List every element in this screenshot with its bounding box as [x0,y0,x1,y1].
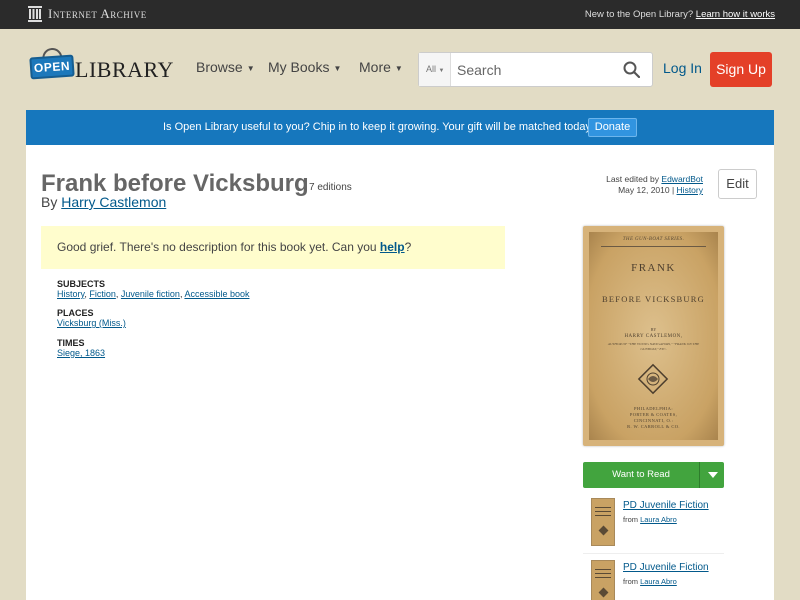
places-section: Places Vicksburg (Miss.) [57,308,126,328]
search-icon[interactable] [623,61,640,78]
cover-emblem-icon [637,363,669,395]
want-to-read-button[interactable]: Want to Read [583,462,699,488]
sign-up-button[interactable]: Sign Up [710,52,772,87]
nav-more-menu[interactable]: More ▼ [359,59,403,75]
times-heading: Times [57,338,85,348]
subject-link[interactable]: Accessible book [184,289,249,299]
want-to-read-control: Want to Read [583,462,724,488]
chevron-down-icon: ▼ [438,68,445,74]
place-link[interactable]: Vicksburg (Miss.) [57,318,126,328]
list-owner: from Laura Abro [623,515,677,524]
list-owner-link[interactable]: Laura Abro [640,577,677,586]
editions-count: 7 editions [309,182,352,193]
cover-pub-line: R. W. CARROLL & CO. [627,424,680,429]
book-lists: PD Juvenile Fiction from Laura Abro PD J… [583,492,724,600]
logo-open-sign: OPEN [29,54,75,80]
list-owner: from Laura Abro [623,577,677,586]
list-from-prefix: from [623,577,638,586]
archive-temple-icon [28,6,42,22]
cover-rule [601,246,706,247]
cover-series-text: THE GUN-BOAT SERIES. [622,237,685,242]
chevron-down-icon: ▼ [333,63,342,73]
logo-library-text: LIBRARY [75,57,174,82]
book-page-panel: Frank before Vicksburg 7 editions By Har… [26,145,774,600]
nav-browse-label: Browse [196,59,243,75]
open-library-logo[interactable]: OPEN LIBRARY [28,47,173,88]
nav-my-books-label: My Books [268,59,330,75]
edit-button[interactable]: Edit [718,169,757,199]
new-to-library-text: New to the Open Library? [584,9,694,20]
list-item[interactable]: PD Juvenile Fiction from Laura Abro [583,492,724,554]
learn-how-it-works-link[interactable]: Learn how it works [696,9,775,20]
book-byline: By Harry Castlemon [41,194,166,210]
list-item[interactable]: PD Juvenile Fiction from Laura Abro [583,554,724,600]
chevron-down-icon: ▼ [246,63,255,73]
author-link[interactable]: Harry Castlemon [61,194,166,210]
internet-archive-logo-text: Internet Archive [48,6,147,21]
donate-banner: Is Open Library useful to you? Chip in t… [26,110,774,145]
nav-my-books-menu[interactable]: My Books ▼ [268,59,341,75]
cover-title-line2: BEFORE VICKSBURG [602,294,705,304]
time-link[interactable]: Siege, 1863 [57,348,105,358]
subjects-section: Subjects History, Fiction, Juvenile fict… [57,279,250,299]
subjects-list: History, Fiction, Juvenile fiction, Acce… [57,289,250,299]
search-input[interactable] [453,53,613,86]
by-prefix: By [41,194,58,210]
no-description-suffix: ? [404,240,412,254]
list-cover-thumbnail[interactable] [591,498,615,546]
places-heading: Places [57,308,94,318]
subject-link[interactable]: Fiction [89,289,116,299]
list-cover-thumbnail[interactable] [591,560,615,600]
subject-link[interactable]: History [57,289,84,299]
list-title-link[interactable]: PD Juvenile Fiction [623,500,709,511]
site-header: OPEN LIBRARY Browse ▼ My Books ▼ More ▼ All… [0,29,800,109]
search-bar: All ▼ [418,52,653,87]
last-edited-date: May 12, 2010 [618,185,670,195]
list-title: PD Juvenile Fiction [623,562,709,573]
list-owner-link[interactable]: Laura Abro [640,515,677,524]
last-edited-prefix: Last edited by [606,174,660,184]
internet-archive-logo[interactable]: Internet Archive [28,6,147,22]
help-link[interactable]: help [380,240,405,254]
search-scope-value: All [426,64,437,74]
cover-title-line1: FRANK [631,262,676,274]
donate-message: Is Open Library useful to you? Chip in t… [163,121,595,133]
donate-button[interactable]: Donate [588,118,637,137]
history-link[interactable]: History [677,185,703,195]
cover-by: BY [650,327,657,332]
search-scope-select[interactable]: All ▼ [419,53,451,86]
places-list: Vicksburg (Miss.) [57,318,126,328]
list-title-link[interactable]: PD Juvenile Fiction [623,562,709,573]
list-title: PD Juvenile Fiction [623,500,709,511]
log-in-link[interactable]: Log In [663,60,702,76]
last-edited-info: Last edited by EdwardBot May 12, 2010 | … [606,174,703,195]
want-to-read-dropdown-toggle[interactable] [699,462,724,488]
no-description-notice: Good grief. There's no description for t… [41,226,505,269]
new-to-library-prompt: New to the Open Library? Learn how it wo… [585,9,775,20]
chevron-down-icon: ▼ [394,63,403,73]
internet-archive-bar: Internet Archive New to the Open Library… [0,0,800,29]
nav-browse-menu[interactable]: Browse ▼ [196,59,255,75]
cover-author-note: AUTHOR OF "THE YOUNG NAVIGATORS," "FRANK… [607,342,700,351]
cover-author: HARRY CASTLEMON, [624,334,683,339]
no-description-text: Good grief. There's no description for t… [57,240,377,254]
cover-publisher: PHILADELPHIA: PORTER & COATES, CINCINNAT… [583,406,724,430]
book-cover[interactable]: THE GUN-BOAT SERIES. FRANK BEFORE VICKSB… [583,226,724,446]
subjects-heading: Subjects [57,279,106,289]
times-section: Times Siege, 1863 [57,338,105,358]
last-edited-by-link[interactable]: EdwardBot [661,174,703,184]
times-list: Siege, 1863 [57,348,105,358]
subject-link[interactable]: Juvenile fiction [121,289,180,299]
list-from-prefix: from [623,515,638,524]
nav-more-label: More [359,59,391,75]
